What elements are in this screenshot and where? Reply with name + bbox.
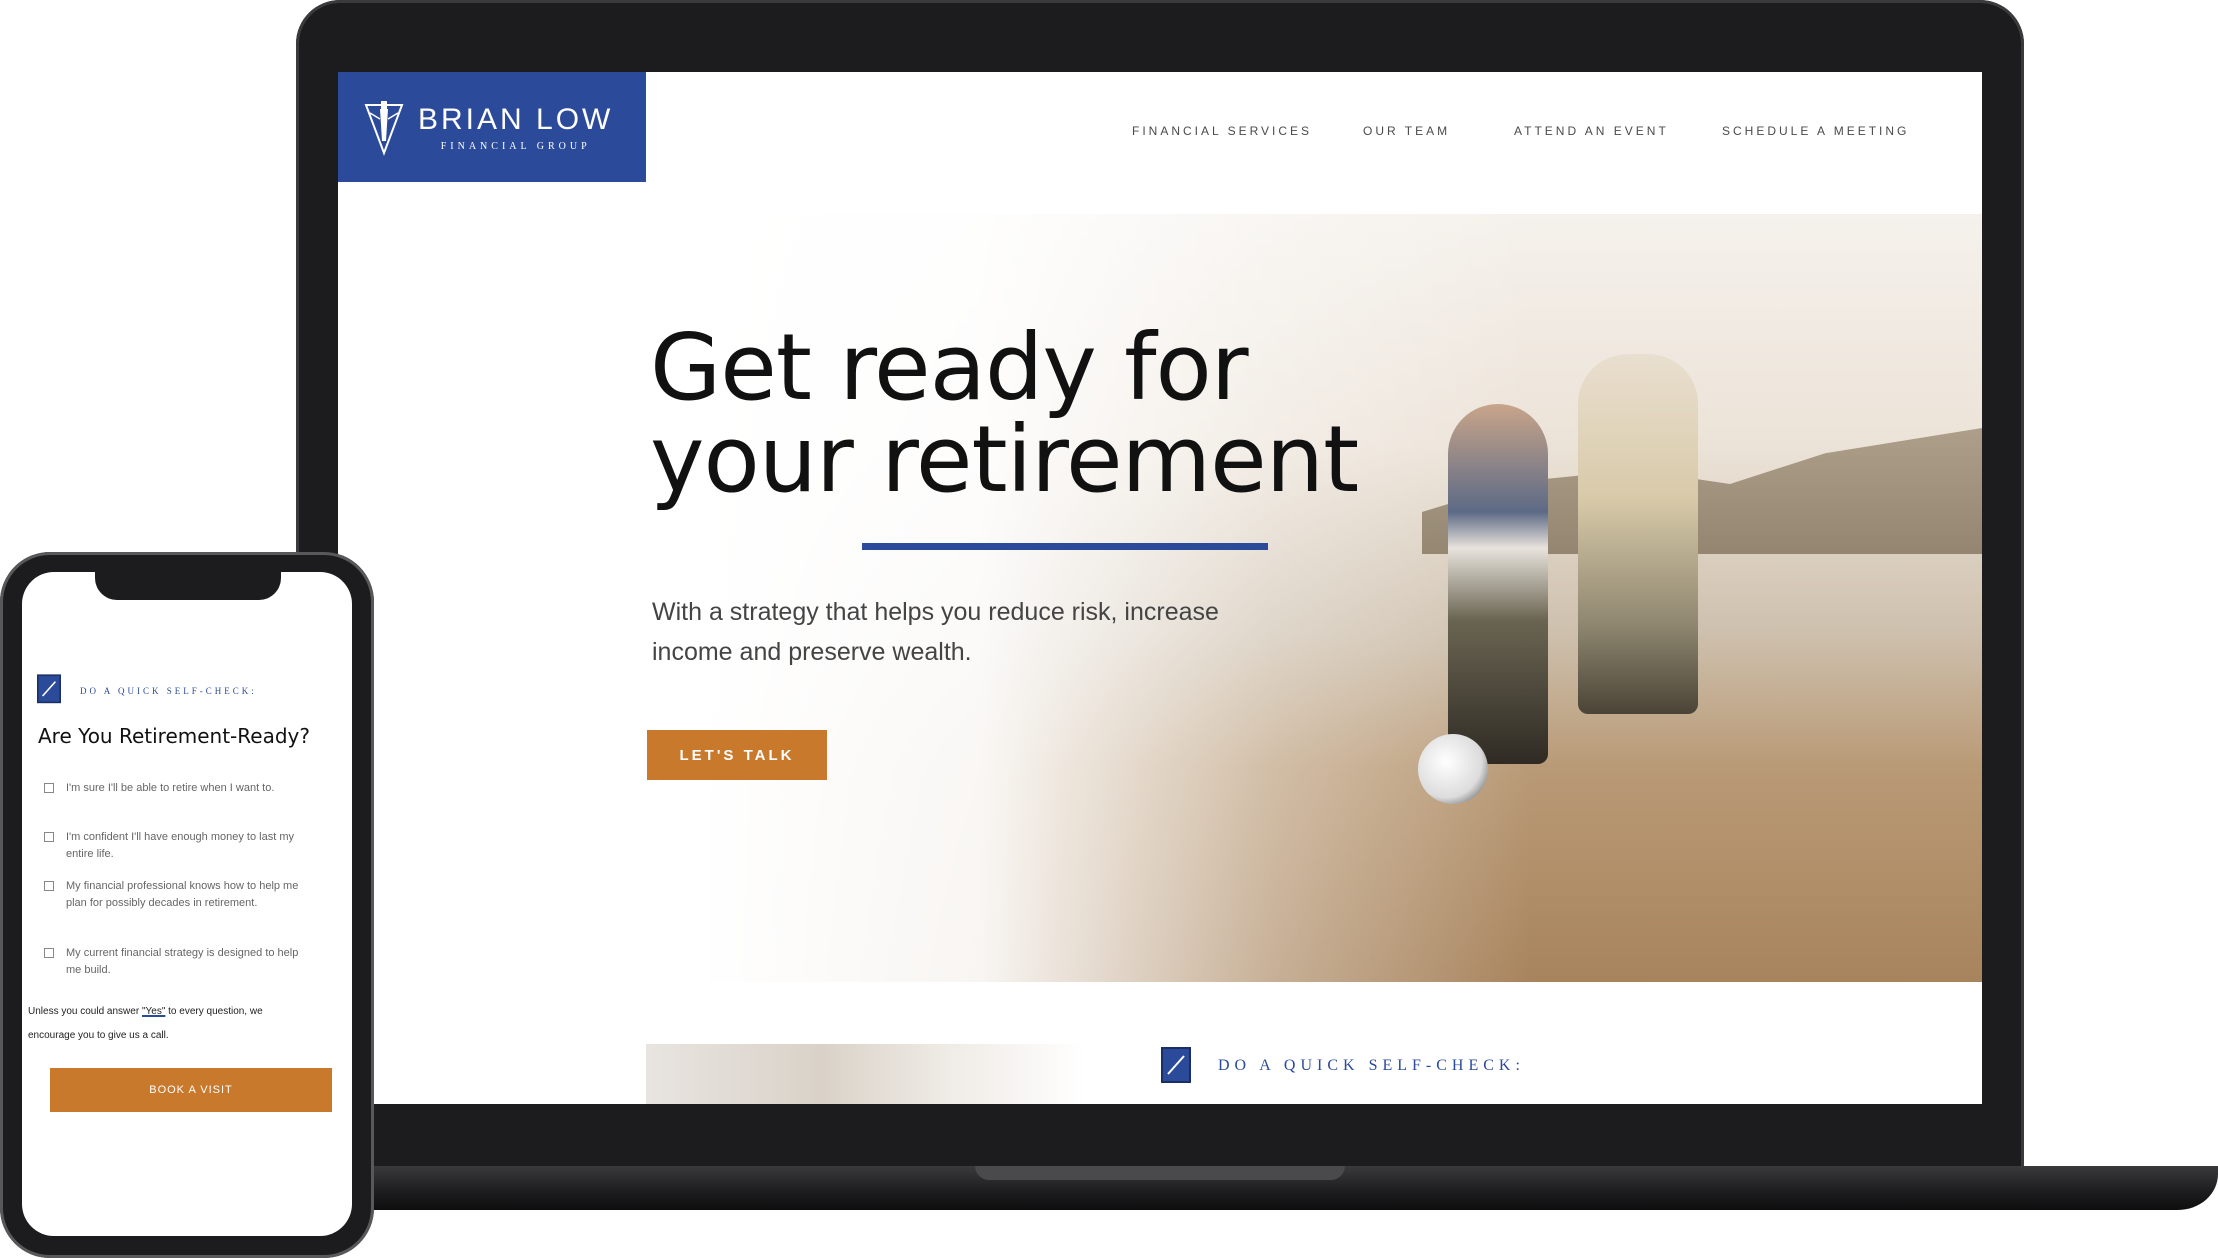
- checklist-item: My current financial strategy is designe…: [44, 945, 314, 979]
- hero-title-emphasis: retirement: [881, 406, 1359, 513]
- phone-notch: [95, 572, 281, 600]
- phone-screen: DO A QUICK SELF-CHECK: Are You Retiremen…: [22, 572, 352, 1236]
- phone-note: Unless you could answer "Yes" to every q…: [28, 1000, 298, 1048]
- soccer-ball-icon: [1418, 734, 1488, 804]
- checklist-text: My financial professional knows how to h…: [66, 880, 299, 909]
- nav-schedule-meeting[interactable]: SCHEDULE A MEETING: [1722, 124, 1909, 138]
- checklist-text: I'm confident I'll have enough money to …: [66, 831, 294, 860]
- selfcheck-label: DO A QUICK SELF-CHECK:: [1218, 1057, 1525, 1074]
- laptop-screen: BRIAN LOW FINANCIAL GROUP FINANCIAL SERV…: [338, 72, 1982, 1104]
- title-underline: [862, 543, 1268, 550]
- checklist-item: My financial professional knows how to h…: [44, 878, 314, 912]
- hero-subtitle: With a strategy that helps you reduce ri…: [652, 598, 1219, 666]
- phone-title: Are You Retirement-Ready?: [38, 724, 310, 748]
- checkbox[interactable]: [44, 832, 54, 842]
- checkbox[interactable]: [44, 783, 54, 793]
- main-nav: FINANCIAL SERVICES OUR TEAM ATTEND AN EV…: [338, 124, 1982, 154]
- nav-attend-event[interactable]: ATTEND AN EVENT: [1514, 124, 1669, 138]
- notepad-pen-icon: [1161, 1047, 1191, 1083]
- book-visit-button[interactable]: BOOK A VISIT: [50, 1068, 332, 1112]
- checklist-text: My current financial strategy is designe…: [66, 947, 299, 976]
- hero-title-line1: Get ready for: [650, 314, 1249, 421]
- phone-selfcheck-label: DO A QUICK SELF-CHECK:: [80, 686, 257, 696]
- nav-financial-services[interactable]: FINANCIAL SERVICES: [1132, 124, 1312, 138]
- note-yes: "Yes": [141, 1006, 166, 1017]
- laptop-hinge: [975, 1166, 1345, 1180]
- hero-man-figure: [1578, 354, 1698, 714]
- hero-boy-figure: [1448, 404, 1548, 764]
- lets-talk-button[interactable]: LET'S TALK: [647, 730, 827, 780]
- checklist-text: I'm sure I'll be able to retire when I w…: [66, 782, 275, 794]
- note-pre: Unless you could answer: [28, 1006, 142, 1017]
- checklist-item: I'm confident I'll have enough money to …: [44, 829, 314, 863]
- checkbox[interactable]: [44, 948, 54, 958]
- hero-title-line2a: your: [650, 406, 882, 513]
- nav-our-team[interactable]: OUR TEAM: [1363, 124, 1450, 138]
- checkbox[interactable]: [44, 881, 54, 891]
- checklist-item: I'm sure I'll be able to retire when I w…: [44, 780, 314, 797]
- notepad-pen-icon: [37, 674, 61, 704]
- section-photo: [646, 1044, 1086, 1104]
- hero-title: Get ready for your retirement: [650, 322, 1359, 506]
